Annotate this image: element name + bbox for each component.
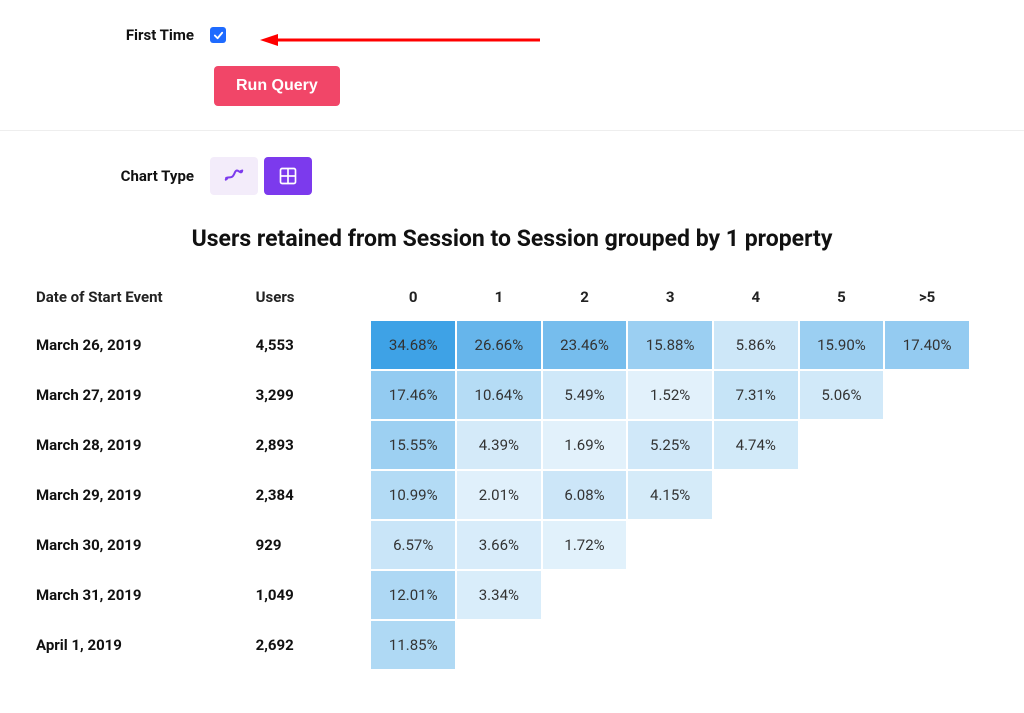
- table-row: March 26, 20194,55334.68%26.66%23.46%15.…: [30, 320, 970, 370]
- cell-value: [884, 470, 970, 520]
- retention-table: Date of Start Event Users 0 1 2 3 4 5 >5…: [30, 278, 970, 670]
- cell-value: 34.68%: [370, 320, 456, 370]
- cell-value: [884, 420, 970, 470]
- cell-users: 4,553: [250, 320, 371, 370]
- cell-value: 4.74%: [713, 420, 799, 470]
- first-time-label: First Time: [0, 26, 210, 44]
- chart-type-table-button[interactable]: [264, 157, 312, 195]
- cell-value: 10.99%: [370, 470, 456, 520]
- cell-value: 12.01%: [370, 570, 456, 620]
- cell-users: 2,692: [250, 620, 371, 670]
- table-row: March 30, 20199296.57%3.66%1.72%: [30, 520, 970, 570]
- cell-value: [713, 470, 799, 520]
- cell-value: [884, 520, 970, 570]
- cell-users: 3,299: [250, 370, 371, 420]
- run-query-button[interactable]: Run Query: [214, 66, 340, 106]
- cell-value: 7.31%: [713, 370, 799, 420]
- cell-value: 1.52%: [627, 370, 713, 420]
- cell-value: [627, 620, 713, 670]
- cell-value: 15.90%: [799, 320, 885, 370]
- cell-value: [799, 520, 885, 570]
- cell-value: 10.64%: [456, 370, 542, 420]
- cell-value: 5.25%: [627, 420, 713, 470]
- header-col-1: 1: [456, 278, 542, 320]
- cell-date: March 28, 2019: [30, 420, 250, 470]
- cell-value: 3.66%: [456, 520, 542, 570]
- cell-date: March 26, 2019: [30, 320, 250, 370]
- cell-value: 1.72%: [542, 520, 628, 570]
- cell-value: [542, 570, 628, 620]
- table-row: March 27, 20193,29917.46%10.64%5.49%1.52…: [30, 370, 970, 420]
- cell-value: [799, 620, 885, 670]
- cell-value: 15.55%: [370, 420, 456, 470]
- cell-value: [884, 620, 970, 670]
- cell-value: [799, 420, 885, 470]
- header-col-3: 3: [627, 278, 713, 320]
- cell-value: [713, 570, 799, 620]
- cell-value: 17.46%: [370, 370, 456, 420]
- table-icon: [278, 166, 298, 186]
- cell-value: 5.86%: [713, 320, 799, 370]
- header-users: Users: [250, 278, 371, 320]
- cell-value: [799, 470, 885, 520]
- cell-value: 3.34%: [456, 570, 542, 620]
- cell-value: [884, 570, 970, 620]
- cell-date: March 31, 2019: [30, 570, 250, 620]
- chart-type-line-button[interactable]: [210, 157, 258, 195]
- cell-value: 17.40%: [884, 320, 970, 370]
- cell-value: [627, 520, 713, 570]
- table-row: March 31, 20191,04912.01%3.34%: [30, 570, 970, 620]
- cell-users: 1,049: [250, 570, 371, 620]
- header-date: Date of Start Event: [30, 278, 250, 320]
- cell-value: 5.49%: [542, 370, 628, 420]
- cell-value: [884, 370, 970, 420]
- cell-value: [713, 520, 799, 570]
- cell-value: 5.06%: [799, 370, 885, 420]
- cell-value: 6.08%: [542, 470, 628, 520]
- cell-date: April 1, 2019: [30, 620, 250, 670]
- chart-type-label: Chart Type: [0, 167, 210, 185]
- line-chart-icon: [223, 165, 245, 187]
- cell-value: 4.39%: [456, 420, 542, 470]
- header-col-gt5: >5: [884, 278, 970, 320]
- cell-value: 6.57%: [370, 520, 456, 570]
- cell-value: 26.66%: [456, 320, 542, 370]
- table-row: March 28, 20192,89315.55%4.39%1.69%5.25%…: [30, 420, 970, 470]
- cell-value: 15.88%: [627, 320, 713, 370]
- header-col-4: 4: [713, 278, 799, 320]
- cell-value: 4.15%: [627, 470, 713, 520]
- cell-date: March 30, 2019: [30, 520, 250, 570]
- cell-value: 23.46%: [542, 320, 628, 370]
- cell-users: 2,384: [250, 470, 371, 520]
- cell-value: [799, 570, 885, 620]
- table-row: March 29, 20192,38410.99%2.01%6.08%4.15%: [30, 470, 970, 520]
- cell-date: March 27, 2019: [30, 370, 250, 420]
- cell-value: 1.69%: [542, 420, 628, 470]
- first-time-checkbox[interactable]: [210, 27, 226, 43]
- cell-value: [542, 620, 628, 670]
- header-col-5: 5: [799, 278, 885, 320]
- cell-value: [456, 620, 542, 670]
- cell-users: 929: [250, 520, 371, 570]
- chart-title: Users retained from Session to Session g…: [0, 225, 1024, 252]
- cell-value: 2.01%: [456, 470, 542, 520]
- cell-value: 11.85%: [370, 620, 456, 670]
- header-col-2: 2: [542, 278, 628, 320]
- cell-value: [627, 570, 713, 620]
- table-row: April 1, 20192,69211.85%: [30, 620, 970, 670]
- header-col-0: 0: [370, 278, 456, 320]
- cell-users: 2,893: [250, 420, 371, 470]
- cell-date: March 29, 2019: [30, 470, 250, 520]
- cell-value: [713, 620, 799, 670]
